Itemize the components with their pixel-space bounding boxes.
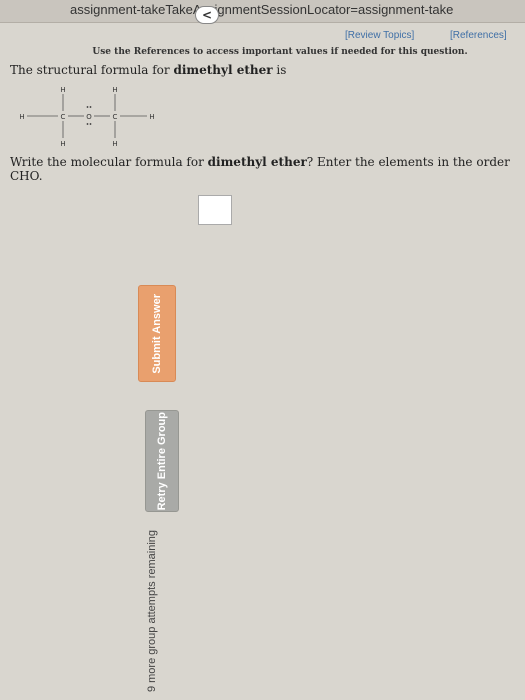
submit-answer-button[interactable]: Submit Answer [138,285,176,382]
structural-formula-diagram: H H H H H H C C O [19,86,154,148]
atom-h-top-right: H [112,86,117,94]
atom-h-top-left: H [60,86,65,94]
q2-prefix: Write the molecular formula for [10,155,208,169]
atom-h-bottom-left: H [60,140,65,148]
attempts-label: 9 more group attempts remaining [146,530,158,693]
submit-answer-label: Submit Answer [151,293,163,374]
retry-entire-group-button[interactable]: Retry Entire Group [145,410,179,512]
atom-h-right: H [149,113,154,121]
review-topics-link[interactable]: [Review Topics] [345,30,414,41]
atom-h-bottom-right: H [112,140,117,148]
atom-o: O [86,113,92,121]
chevron-left-icon: < [201,8,213,22]
atom-c-right: C [113,113,118,121]
q1-compound: dimethyl ether [173,63,273,77]
molecular-formula-input[interactable] [198,195,232,225]
lone-pair-bottom-2 [89,123,92,125]
atom-h-left: H [19,113,24,121]
back-button[interactable]: < [195,6,219,24]
atom-c-left: C [61,113,66,121]
retry-label: Retry Entire Group [156,411,168,511]
references-link[interactable]: [References] [450,30,507,41]
q1-suffix: is [272,63,287,77]
q2-compound: dimethyl ether [207,155,307,169]
q1-prefix: The structural formula for [10,63,174,77]
browser-url-bar[interactable]: assignment-takeTakeAssignmentSessionLoca… [0,0,525,23]
intro-text: Use the References to access important v… [92,47,468,57]
url-text: assignment-takeTakeAssignmentSessionLoca… [70,2,454,17]
lone-pair-top-1 [86,106,89,108]
question-molecular-formula: Write the molecular formula for dimethyl… [10,155,515,183]
attempts-remaining-text: 9 more group attempts remaining [146,530,158,693]
question-structural-formula: The structural formula for dimethyl ethe… [10,63,286,77]
lone-pair-bottom-1 [86,123,89,125]
lone-pair-top-2 [89,106,92,108]
